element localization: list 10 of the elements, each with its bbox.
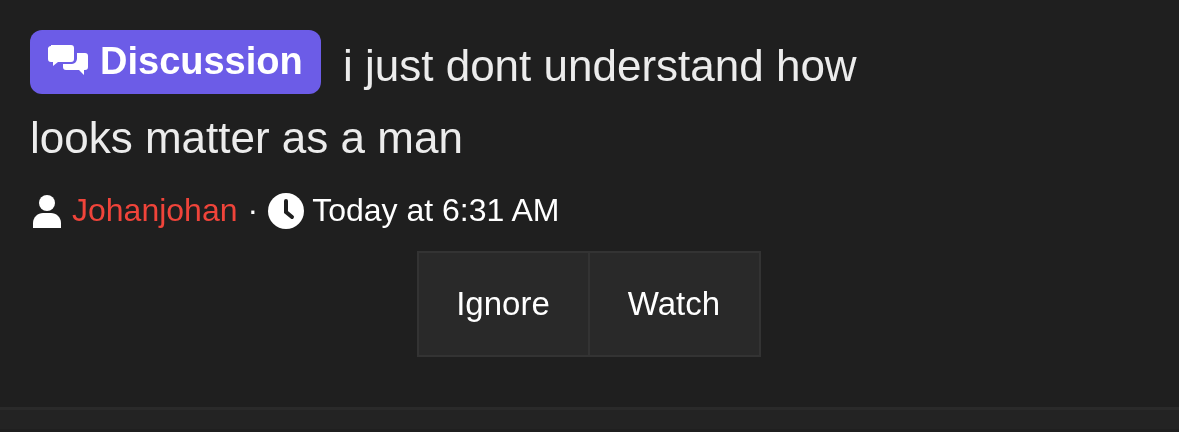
thread-title-line: i just dont understand how (342, 41, 857, 90)
discussion-prefix-badge[interactable]: Discussion (30, 30, 321, 94)
thread-action-button[interactable]: Ignore (416, 251, 590, 357)
user-icon (30, 193, 64, 228)
separator: · (247, 192, 259, 229)
author-link[interactable]: Johanjohan (72, 192, 238, 229)
clock-icon (268, 192, 305, 229)
post-time: Today at 6:31 AM (312, 192, 560, 229)
thread-action-button[interactable]: Watch (587, 251, 761, 357)
thread-title-line: looks matter as a man (30, 113, 463, 162)
